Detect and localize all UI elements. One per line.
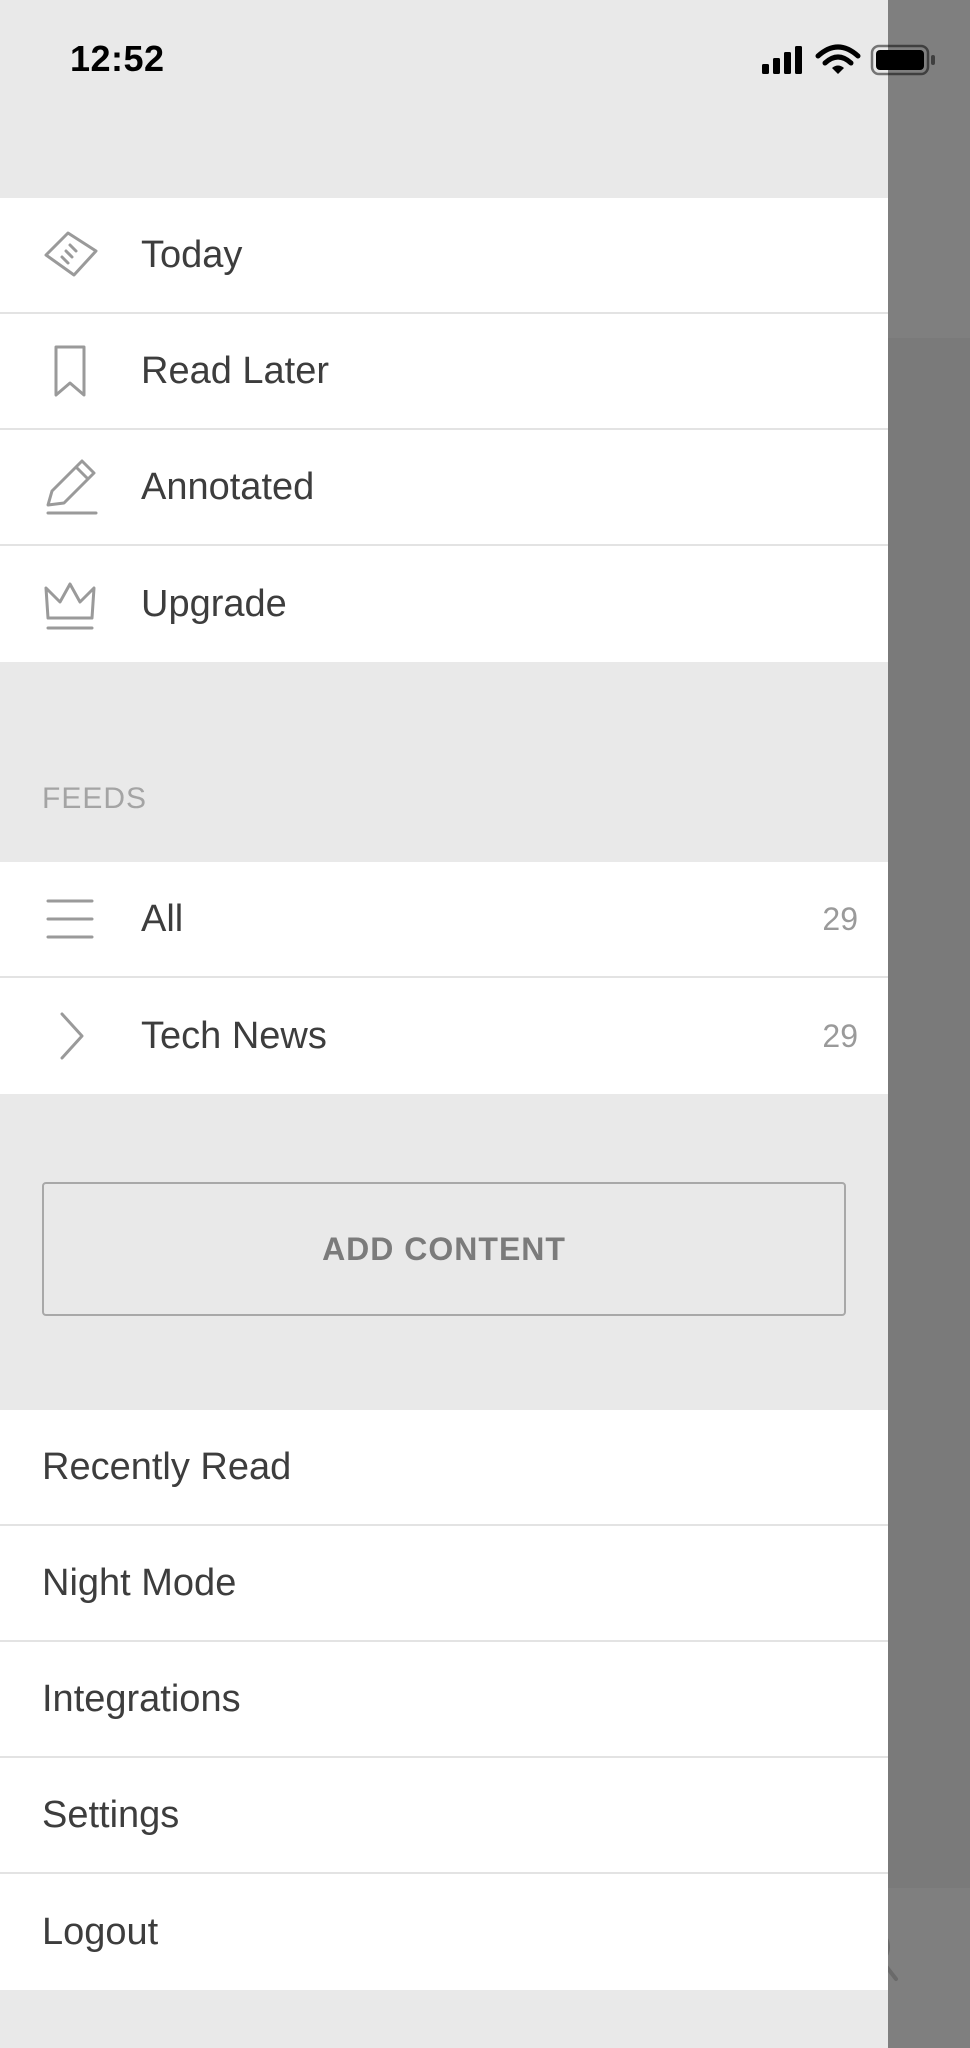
nav-item-annotated[interactable]: Annotated (0, 430, 888, 546)
status-bar: 12:52 (0, 0, 970, 120)
nav-item-label: Today (141, 233, 243, 276)
nav-item-label: Read Later (141, 349, 330, 392)
menu-item-settings[interactable]: Settings (0, 1758, 888, 1874)
crown-icon (38, 572, 102, 636)
menu-item-night-mode[interactable]: Night Mode (0, 1526, 888, 1642)
feed-item-all[interactable]: All 29 (0, 862, 888, 978)
menu-item-recently-read[interactable]: Recently Read (0, 1410, 888, 1526)
menu-item-label: Settings (42, 1793, 180, 1836)
status-time: 12:52 (70, 38, 165, 79)
add-content-button[interactable]: ADD CONTENT (42, 1182, 846, 1316)
menu-item-logout[interactable]: Logout (0, 1874, 888, 1990)
cellular-signal-icon (762, 46, 802, 74)
feeds-list: All 29 Tech News 29 (0, 862, 888, 1094)
feed-item-count: 29 (822, 900, 858, 937)
nav-item-today[interactable]: Today (0, 198, 888, 314)
main-nav: Today Read Later Annotated Upgrade (0, 198, 888, 662)
menu-item-integrations[interactable]: Integrations (0, 1642, 888, 1758)
list-icon (38, 887, 102, 951)
nav-item-upgrade[interactable]: Upgrade (0, 546, 888, 662)
wifi-icon (815, 44, 861, 74)
status-icons (760, 40, 960, 80)
chevron-right-icon[interactable] (38, 1004, 102, 1068)
nav-item-read-later[interactable]: Read Later (0, 314, 888, 430)
feed-item-tech-news[interactable]: Tech News 29 (0, 978, 888, 1094)
nav-item-label: Annotated (141, 465, 315, 508)
pencil-icon (38, 455, 102, 519)
feed-item-label: Tech News (141, 1014, 327, 1057)
nav-item-label: Upgrade (141, 582, 287, 625)
today-tag-icon (38, 223, 102, 287)
battery-icon (870, 44, 935, 76)
menu-item-label: Recently Read (42, 1445, 292, 1488)
menu-item-label: Night Mode (42, 1561, 237, 1604)
bookmark-icon (38, 339, 102, 403)
menu-item-label: Logout (42, 1910, 159, 1953)
side-drawer: Today Read Later Annotated Upgrade FEEDS… (0, 0, 888, 2048)
menu-item-label: Integrations (42, 1677, 241, 1720)
bottom-menu: Recently Read Night Mode Integrations Se… (0, 1410, 888, 1990)
feeds-section-header: FEEDS (42, 782, 148, 815)
feed-item-label: All (141, 897, 184, 940)
feed-item-count: 29 (822, 1017, 858, 1054)
